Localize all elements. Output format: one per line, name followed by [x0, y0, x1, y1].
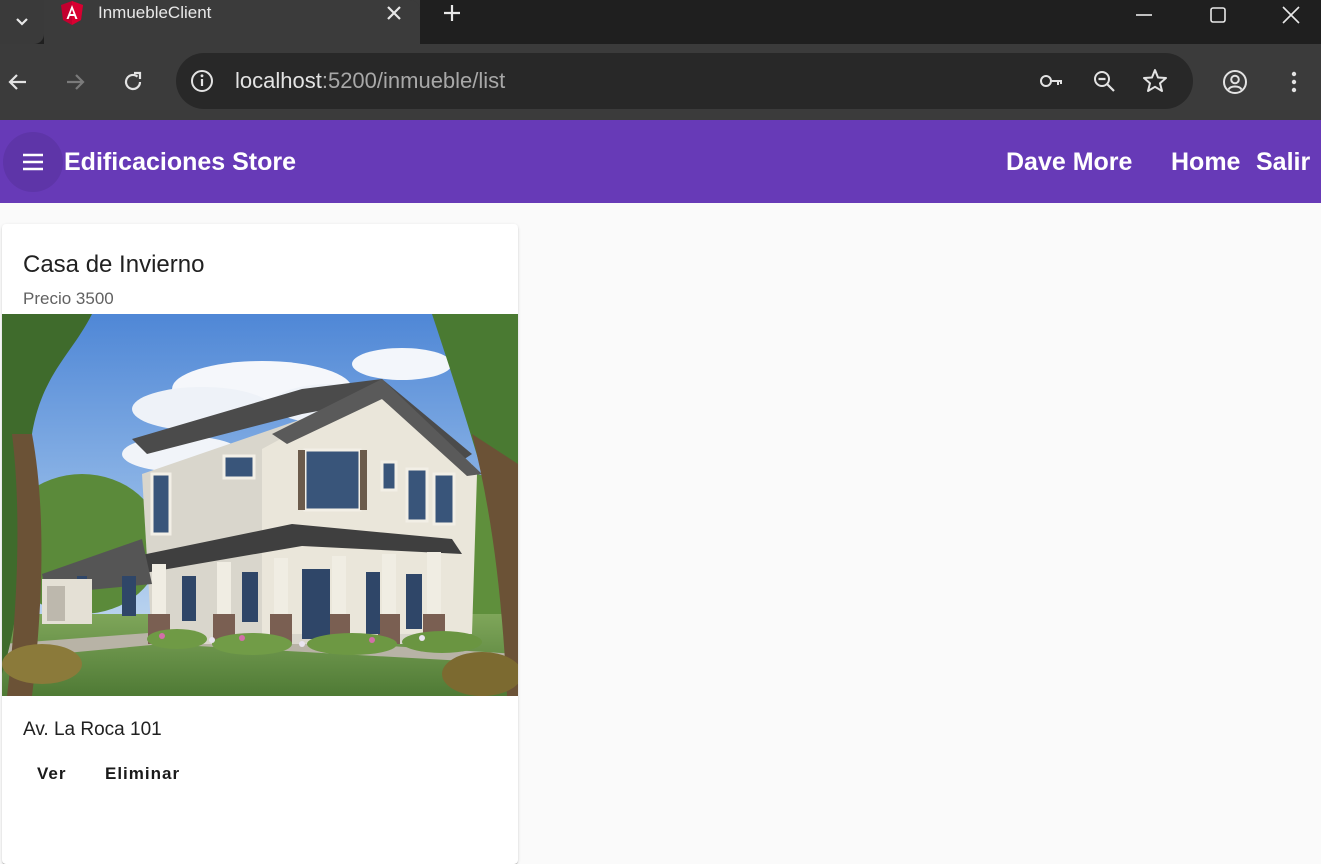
minimize-icon — [1136, 14, 1152, 16]
more-vert-icon[interactable] — [1280, 68, 1308, 96]
view-button[interactable]: Ver — [37, 760, 66, 788]
app-toolbar: Edificaciones Store Dave More Home Salir — [0, 120, 1321, 203]
close-icon[interactable] — [382, 1, 406, 25]
plus-icon[interactable] — [440, 1, 464, 25]
menu-icon — [23, 153, 43, 171]
logout-link[interactable]: Salir — [1256, 147, 1310, 177]
minimize-button[interactable] — [1114, 0, 1174, 30]
browser-tab[interactable]: InmuebleClient — [44, 0, 420, 44]
reload-icon[interactable] — [119, 68, 147, 96]
app-title[interactable]: Edificaciones Store — [64, 147, 296, 177]
tab-title: InmuebleClient — [98, 3, 212, 22]
close-window-icon — [1282, 6, 1300, 24]
browser-toolbar: localhost:5200/inmueble/list — [0, 44, 1321, 120]
menu-button[interactable] — [3, 132, 63, 192]
url-text[interactable]: localhost:5200/inmueble/list — [235, 68, 505, 94]
property-card: Casa de Invierno Precio 3500 Av. La Roca… — [2, 224, 518, 864]
profile-icon[interactable] — [1221, 68, 1249, 96]
star-icon[interactable] — [1141, 67, 1169, 95]
home-link[interactable]: Home — [1171, 147, 1240, 177]
property-image — [2, 314, 518, 696]
tab-search-button[interactable] — [0, 0, 44, 44]
back-arrow-icon[interactable] — [4, 68, 32, 96]
browser-tab-strip: InmuebleClient — [0, 0, 1321, 44]
property-address: Av. La Roca 101 — [23, 719, 162, 740]
forward-arrow-icon[interactable] — [61, 68, 89, 96]
user-name-link[interactable]: Dave More — [1006, 147, 1132, 177]
delete-button[interactable]: Eliminar — [105, 760, 180, 788]
address-bar[interactable]: localhost:5200/inmueble/list — [176, 53, 1193, 109]
maximize-button[interactable] — [1188, 0, 1248, 30]
angular-icon — [61, 1, 83, 25]
maximize-icon — [1210, 7, 1226, 23]
card-price: Precio 3500 — [23, 289, 114, 308]
key-icon[interactable] — [1037, 67, 1065, 95]
close-window-button[interactable] — [1261, 0, 1321, 30]
card-title: Casa de Invierno — [23, 251, 205, 278]
chevron-down-icon — [16, 18, 28, 26]
info-icon[interactable] — [188, 67, 216, 95]
zoom-out-icon[interactable] — [1090, 67, 1118, 95]
